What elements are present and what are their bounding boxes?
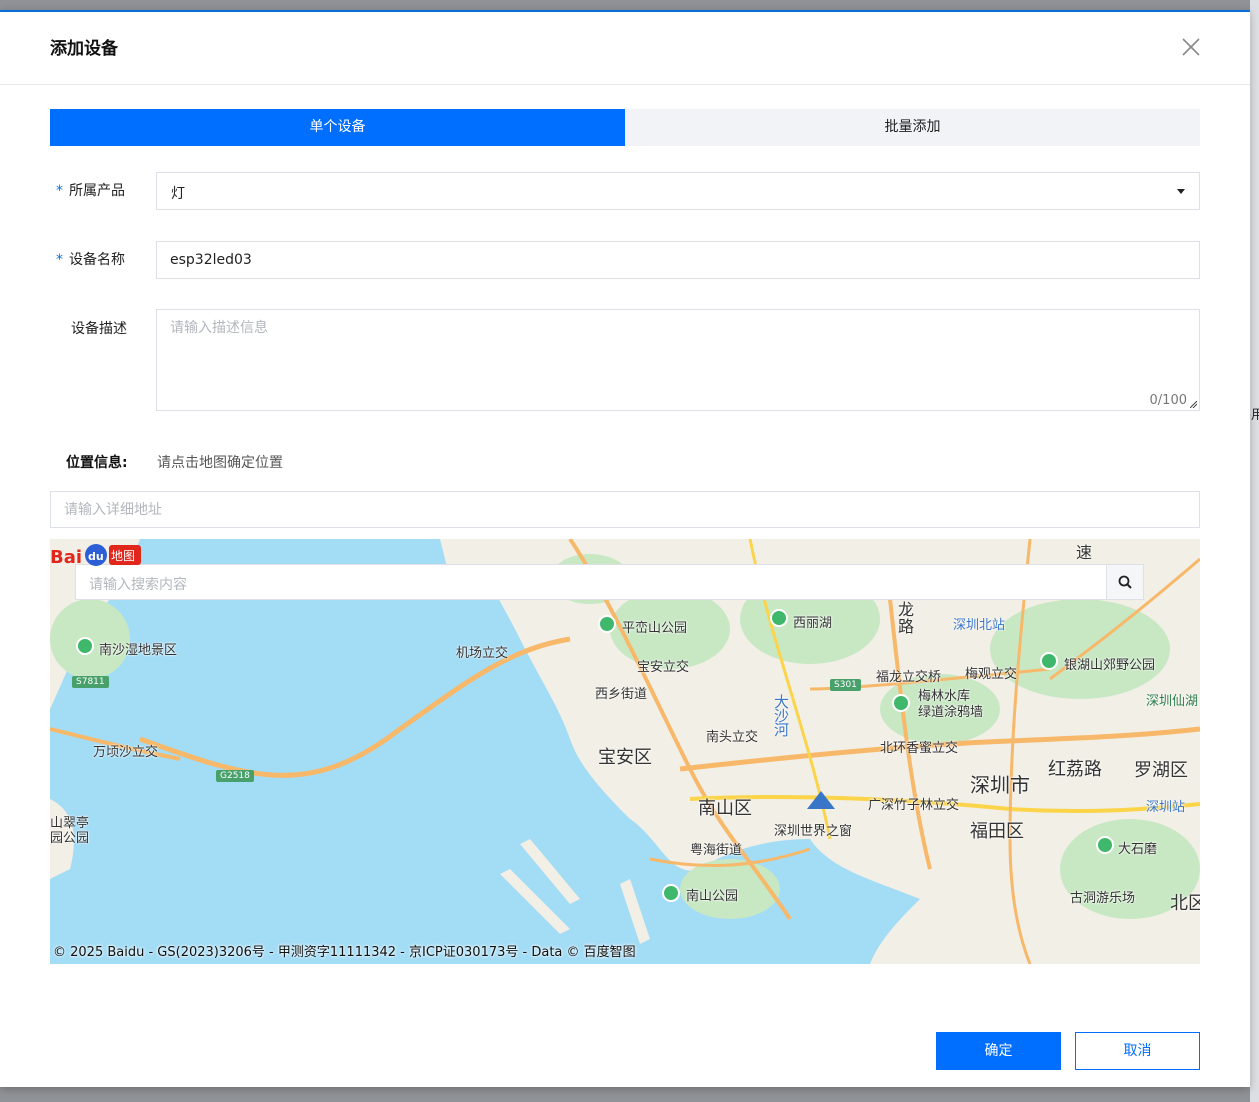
device-name-label: * 设备名称 [56,252,125,268]
map-label: 粤海街道 [690,843,743,858]
map-label: 大石磨 [1118,842,1158,857]
landmark-icon [807,791,835,809]
character-counter: 0/100 [1149,393,1187,408]
map-label: 梅林水库 绿道涂鸦墙 [918,689,984,720]
map-label: 深圳市 [970,773,1030,797]
map-label: 速 [1076,543,1093,562]
map-copyright: © 2025 Baidu - GS(2023)3206号 - 甲测资字11111… [53,945,636,960]
road-tag: S7811 [72,676,109,688]
cancel-button[interactable]: 取消 [1075,1032,1200,1070]
product-label: * 所属产品 [56,183,125,199]
map-label: 梅观立交 [965,667,1018,682]
product-select-value: 灯 [171,186,185,202]
tab-single-device[interactable]: 单个设备 [50,109,625,146]
required-mark: * [56,183,63,199]
chevron-down-icon [1177,189,1185,194]
park-icon [662,884,680,902]
background-page: 用 [1250,0,1259,1102]
map-label: 深圳世界之窗 [774,824,853,839]
park-icon [76,637,94,655]
map-label: 银湖山郊野公园 [1064,658,1156,673]
map-label: 罗湖区 [1134,760,1188,781]
svg-text:地图: 地图 [111,549,135,563]
map-label: 南沙湿地景区 [99,643,178,658]
road-tag: G2518 [216,770,254,782]
park-icon [598,615,616,633]
road-tag: S301 [830,679,861,691]
map-label: 宝安区 [598,747,652,768]
map-label: 西乡街道 [595,687,648,702]
park-icon [770,609,788,627]
add-device-dialog: 添加设备 单个设备 批量添加 *所属产品 灯 *设备名称 设备描述 请输入描述信… [0,10,1250,1087]
device-name-input[interactable] [156,241,1200,279]
description-placeholder: 请输入描述信息 [170,320,268,336]
map-label: 西丽湖 [793,616,833,631]
map-search-placeholder: 请输入搜索内容 [89,577,187,593]
map-label: 宝安立交 [637,660,690,675]
map-label: 山翠亭 园公园 [50,816,90,846]
confirm-button[interactable]: 确定 [936,1032,1061,1070]
map-search-input[interactable]: 请输入搜索内容 [75,564,1144,600]
park-icon [1040,652,1058,670]
description-textarea[interactable]: 请输入描述信息 0/100 [156,309,1200,411]
tab-batch-add[interactable]: 批量添加 [625,109,1200,146]
baidu-map-logo-icon: Bai du 地图 [50,544,141,568]
map-view[interactable]: 请输入搜索内容 南沙湿地景区 机场立交 平峦山公园 西丽湖 宝安立交 西乡街道 … [50,539,1200,964]
map-label: 广深竹子林立交 [868,798,960,813]
map-search-button[interactable] [1106,564,1144,600]
svg-text:du: du [88,550,104,563]
map-label: 南头立交 [706,730,759,745]
map-label: 万顷沙立交 [93,745,159,760]
map-label: 深圳站 [1146,800,1186,815]
background-text: 用 [1251,408,1259,423]
dialog-header: 添加设备 [0,12,1250,85]
map-label: 福龙立交桥 [876,670,942,685]
location-hint: 请点击地图确定位置 [157,455,283,471]
required-mark: * [56,252,63,268]
map-label: 南山区 [698,798,752,819]
map-label: 机场立交 [456,646,509,661]
park-icon [1096,836,1114,854]
resize-handle-icon[interactable] [1190,401,1197,408]
map-label: 深圳北站 [953,618,1006,633]
map-label: 福田区 [970,821,1024,842]
mode-tabs: 单个设备 批量添加 [50,109,1200,146]
map-label: 古洞游乐场 [1070,891,1136,906]
map-label: 北环香蜜立交 [880,741,959,756]
location-label: 位置信息: [66,455,128,471]
product-select[interactable]: 灯 [156,172,1200,210]
close-icon[interactable] [1180,36,1202,58]
map-label: 红荔路 [1048,759,1102,780]
dialog-title: 添加设备 [50,39,118,59]
map-label: 南山公园 [686,889,739,904]
svg-text:Bai: Bai [50,547,82,568]
map-label: 北区 [1170,893,1200,914]
search-icon [1118,575,1132,589]
map-label: 龙 路 [898,600,915,636]
map-label: 大 沙 河 [774,693,790,739]
address-input[interactable] [50,491,1200,528]
map-label: 深圳仙湖 [1146,694,1199,709]
description-label: 设备描述 [71,321,127,337]
park-icon [892,694,910,712]
map-label: 平峦山公园 [622,621,688,636]
